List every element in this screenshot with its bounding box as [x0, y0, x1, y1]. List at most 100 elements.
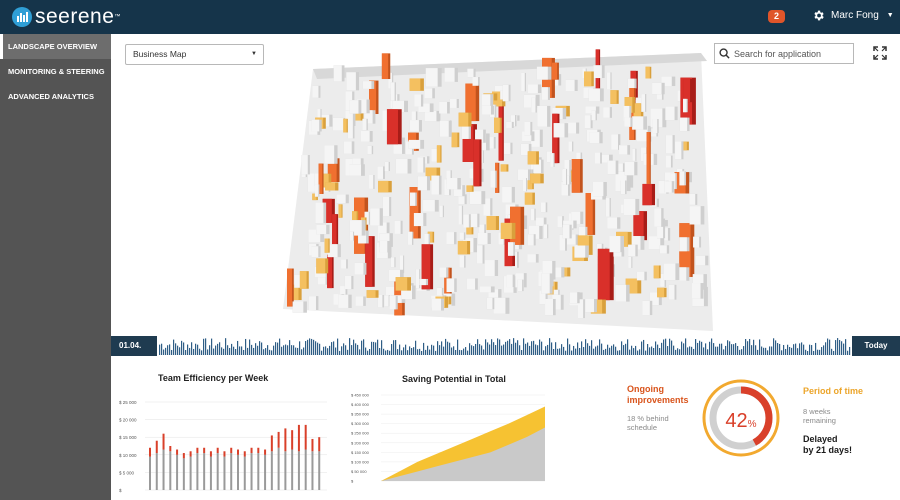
y-tick-label: $ 350 000	[351, 412, 370, 417]
bar-top	[149, 447, 151, 457]
y-tick-label: $ 250 000	[351, 431, 370, 436]
efficiency-chart: $ 25 000 $ 20 000 $ 15 000 $ 10 000 $ 5 000 $	[119, 400, 327, 493]
bar-top	[176, 449, 179, 455]
bar-base	[209, 456, 212, 490]
y-tick-label: $	[119, 488, 122, 493]
user-name: Marc Fong	[831, 10, 879, 21]
software-city-map[interactable]	[277, 39, 725, 331]
bar-top	[169, 446, 172, 452]
search-input[interactable]	[734, 48, 849, 59]
y-tick-label: $	[351, 479, 354, 484]
gear-icon	[814, 10, 824, 21]
bar-top	[270, 435, 273, 452]
bar-top	[155, 440, 158, 454]
bar-base	[291, 449, 294, 490]
period-label: Period of time	[803, 386, 864, 396]
bar-top	[297, 424, 300, 452]
bar-base	[270, 451, 273, 490]
map-type-select[interactable]: Business Map ▼	[125, 44, 264, 65]
bar-base	[250, 453, 253, 490]
bar-top	[223, 451, 226, 457]
sidebar-item-landscape-overview[interactable]: LANDSCAPE OVERVIEW	[0, 34, 111, 59]
bar-base	[304, 449, 307, 490]
saving-chart-title: Saving Potential in Total	[402, 374, 506, 384]
ongoing-sub: 18 % behind schedule	[627, 414, 669, 432]
sidebar-item-monitoring-steering[interactable]: MONITORING & STEERING	[0, 59, 111, 84]
main-area: Business Map ▼ 01.04. Today Team Efficie…	[111, 34, 900, 500]
bar-top	[230, 447, 233, 454]
notification-badge[interactable]: 2	[768, 10, 785, 23]
y-tick-label: $ 150 000	[351, 450, 370, 455]
ongoing-label: Ongoing improvements	[627, 384, 689, 405]
period-sub: 8 weeks remaining	[803, 407, 836, 425]
bar-top	[291, 430, 294, 450]
bar-top	[311, 438, 314, 452]
bar-base	[284, 451, 287, 490]
y-tick-label: $ 25 000	[119, 400, 137, 405]
bar-base	[277, 447, 280, 490]
bar-base	[311, 451, 314, 490]
bar-base	[162, 449, 165, 490]
search-box[interactable]	[714, 43, 854, 64]
bar-top	[216, 447, 219, 454]
y-tick-label: $ 200 000	[351, 440, 370, 445]
bar-top	[284, 428, 287, 452]
bar-base	[318, 451, 321, 490]
bar-base	[230, 453, 233, 490]
map-type-value: Business Map	[133, 49, 187, 59]
bar-top	[237, 449, 239, 455]
saving-chart: $ 450 000 $ 400 000 $ 350 000 $ 300 000 $ 25…	[351, 393, 545, 484]
bar-base	[216, 453, 219, 490]
bar-base	[149, 456, 151, 490]
bar-base	[297, 451, 300, 490]
y-tick-label: $ 10 000	[119, 453, 137, 458]
bar-base	[243, 456, 246, 490]
timeline-today-button[interactable]: Today	[852, 336, 900, 356]
bar-base	[176, 454, 179, 490]
sidebar-item-advanced-analytics[interactable]: ADVANCED ANALYTICS	[0, 84, 111, 109]
bar-base	[189, 456, 192, 490]
logo-icon	[12, 7, 32, 27]
y-tick-label: $ 400 000	[351, 402, 370, 407]
bar-base	[196, 453, 199, 490]
bar-top	[277, 431, 280, 448]
bar-top	[196, 447, 199, 454]
bar-base	[257, 453, 260, 490]
bar-top	[257, 447, 260, 454]
progress-value: 42%	[725, 410, 757, 432]
sidebar: LANDSCAPE OVERVIEW MONITORING & STEERING…	[0, 34, 111, 500]
bar-top	[264, 449, 267, 455]
y-tick-label: $ 450 000	[351, 393, 370, 398]
bar-base	[155, 453, 158, 490]
bar-base	[203, 453, 206, 490]
bar-base	[169, 451, 172, 490]
y-tick-label: $ 5 000	[119, 470, 135, 475]
user-menu[interactable]: Marc Fong ▼	[812, 9, 894, 22]
progress-panel: Ongoing improvements 18 % behind schedule …	[627, 374, 887, 494]
bar-top	[250, 447, 253, 454]
bar-top	[243, 451, 246, 457]
bar-base	[223, 456, 226, 490]
efficiency-chart-title: Team Efficiency per Week	[158, 373, 269, 383]
delay-text: Delayed by 21 days!	[803, 434, 853, 455]
bar-top	[189, 451, 192, 457]
chevron-down-icon: ▼	[886, 12, 894, 19]
bar-top	[318, 437, 321, 452]
bar-base	[182, 458, 185, 490]
y-tick-label: $ 20 000	[119, 418, 137, 423]
timeline-bar[interactable]: 01.04. Today	[111, 336, 900, 356]
top-bar: seerene™ 2 Marc Fong ▼	[0, 0, 900, 34]
timeline-start-label: 01.04.	[111, 336, 157, 356]
timeline-sparkline[interactable]	[157, 336, 852, 356]
bar-base	[237, 454, 239, 490]
bar-top	[304, 424, 307, 450]
y-tick-label: $ 15 000	[119, 435, 137, 440]
y-tick-label: $ 100 000	[351, 459, 370, 464]
fullscreen-icon[interactable]	[873, 46, 887, 60]
y-tick-label: $ 50 000	[351, 469, 367, 474]
bar-top	[162, 433, 165, 450]
brand-logo[interactable]: seerene™	[12, 6, 121, 28]
chevron-down-icon: ▼	[251, 51, 257, 57]
y-tick-label: $ 300 000	[351, 421, 370, 426]
bar-base	[264, 454, 267, 490]
